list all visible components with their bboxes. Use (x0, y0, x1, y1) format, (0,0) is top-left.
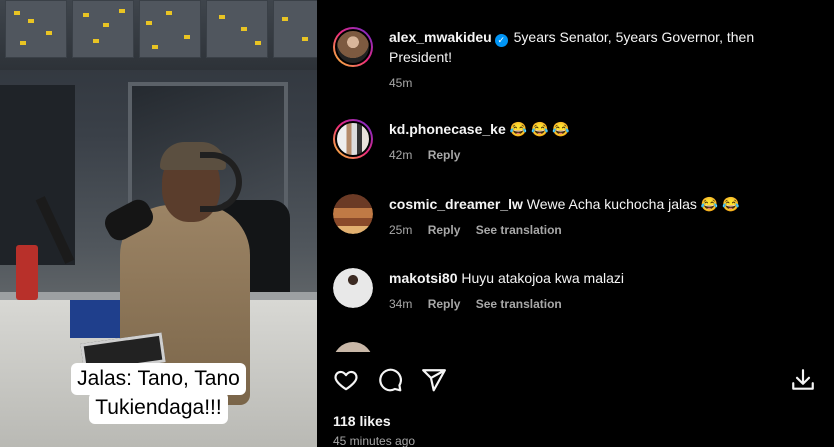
post-video[interactable]: Jalas: Tano, Tano Tukiendaga!!! (0, 0, 317, 447)
likes-count[interactable]: 118 likes (333, 413, 391, 429)
verified-icon: ✓ (494, 34, 508, 47)
caption-line-2: Tukiendaga!!! (89, 392, 228, 424)
comments-panel[interactable]: alex_mwakideu ✓ 5years Senator, 5years Go… (317, 0, 834, 447)
caption-line-1: Jalas: Tano, Tano (71, 363, 246, 395)
comment-username[interactable]: makotsi80 (389, 270, 457, 286)
post-timestamp[interactable]: 45 minutes ago (333, 434, 415, 447)
mug (16, 245, 38, 300)
comment-icon[interactable] (377, 367, 403, 393)
avatar[interactable] (333, 27, 373, 67)
avatar[interactable] (333, 119, 373, 159)
share-icon[interactable] (421, 367, 447, 393)
comment-time[interactable]: 25m (389, 223, 412, 237)
heart-icon[interactable] (333, 367, 359, 393)
comment-text: 😂 😂 😂 (509, 121, 570, 137)
comment-text: Huyu atakojoa kwa malazi (461, 270, 625, 286)
studio-ceiling (0, 0, 317, 70)
comment-time[interactable]: 34m (389, 297, 412, 311)
comment-time[interactable]: 45m (389, 76, 412, 90)
download-icon[interactable] (790, 367, 816, 393)
acoustic-panel (5, 0, 67, 58)
reply-button[interactable]: Reply (428, 148, 461, 162)
reply-button[interactable]: Reply (428, 223, 461, 237)
acoustic-panel (206, 0, 268, 58)
acoustic-panel (273, 0, 317, 58)
see-translation-link[interactable]: See translation (476, 223, 562, 237)
video-caption: Jalas: Tano, Tano Tukiendaga!!! (55, 363, 262, 424)
comment-meta: 34m Reply See translation (389, 294, 809, 314)
reply-button[interactable]: Reply (428, 297, 461, 311)
comment-meta: 25m Reply See translation (389, 220, 809, 240)
comment-username[interactable]: alex_mwakideu (389, 29, 492, 45)
avatar[interactable] (333, 268, 373, 308)
acoustic-panel (72, 0, 134, 58)
comment-time[interactable]: 42m (389, 148, 412, 162)
comment-text: Wewe Acha kuchocha jalas 😂 😂 (526, 196, 740, 212)
comment-username[interactable]: cosmic_dreamer_lw (389, 196, 523, 212)
post-actions (333, 365, 818, 395)
comment-meta: 45m (389, 73, 809, 93)
comment-username[interactable]: kd.phonecase_ke (389, 121, 506, 137)
divider (317, 352, 834, 358)
avatar[interactable] (333, 194, 373, 234)
see-translation-link[interactable]: See translation (476, 297, 562, 311)
comment-meta: 42m Reply (389, 145, 809, 165)
acoustic-panel (139, 0, 201, 58)
